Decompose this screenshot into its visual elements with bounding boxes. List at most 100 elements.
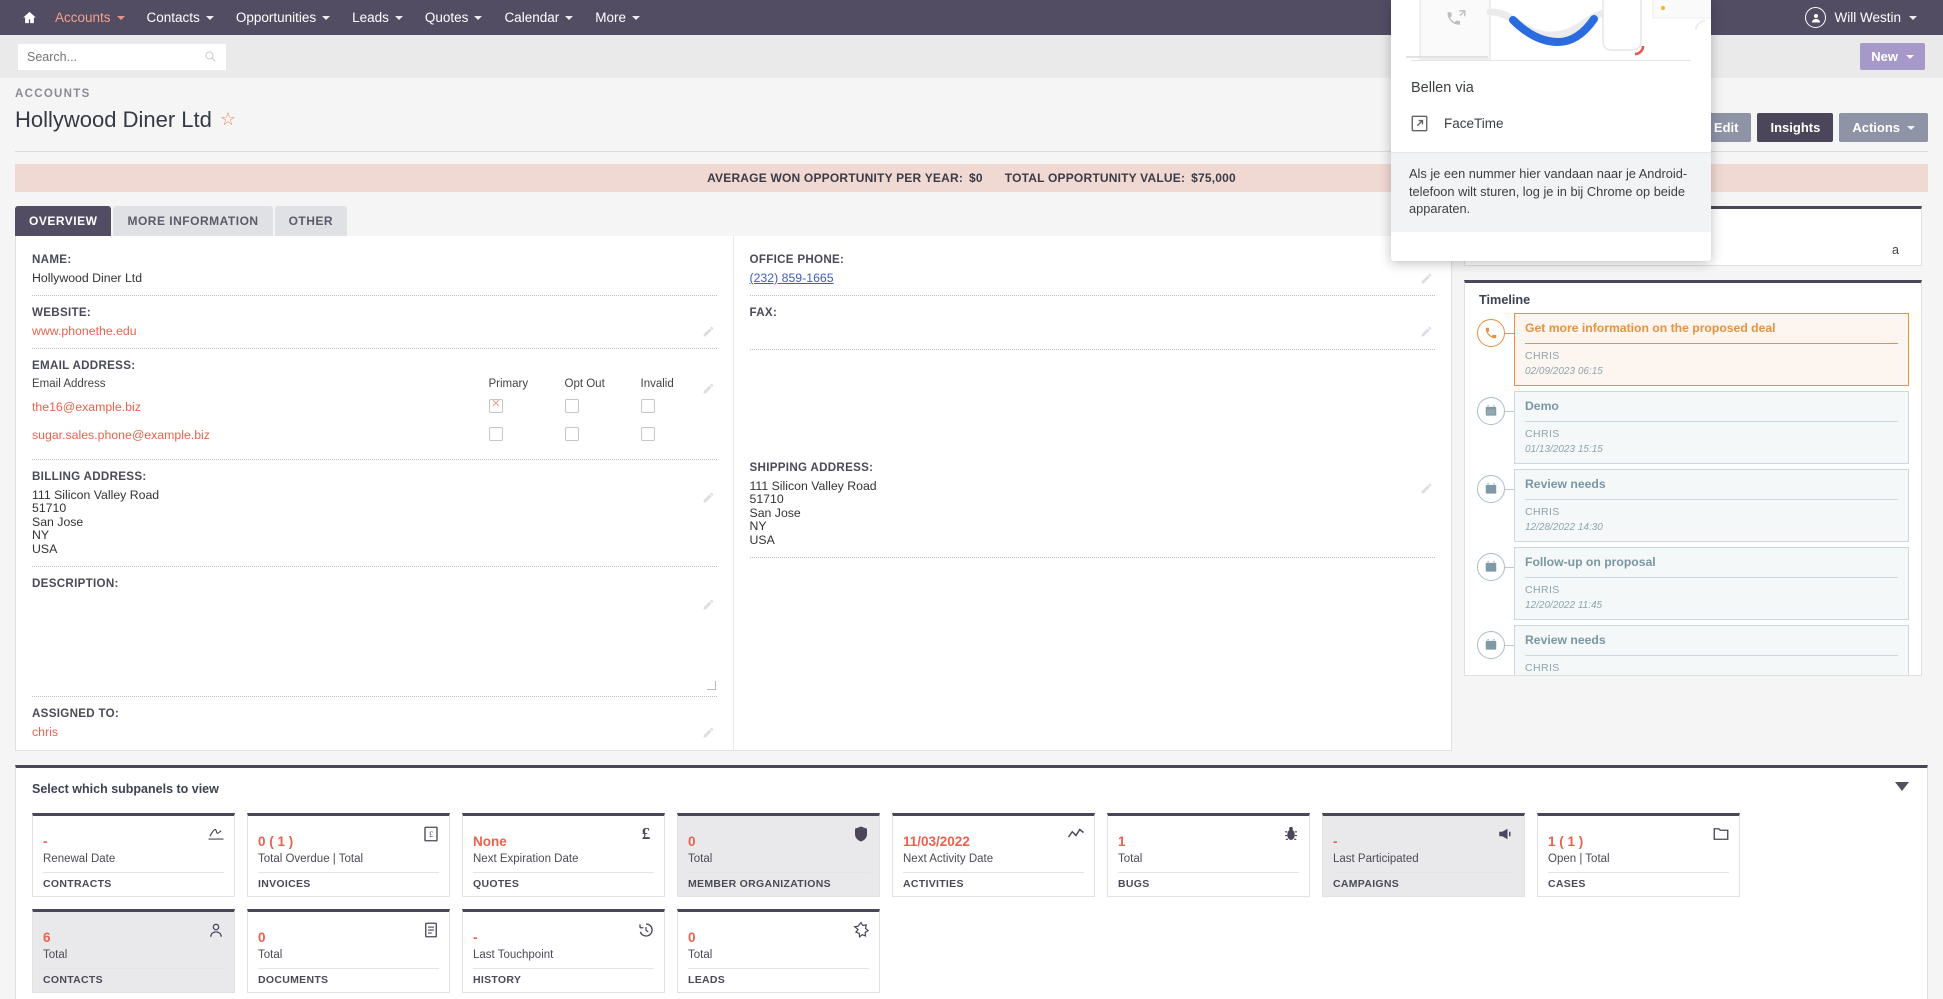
nav-item-accounts[interactable]: Accounts (44, 0, 136, 35)
subpanel-tile-cases[interactable]: 1 ( 1 ) Open | Total CASES (1537, 813, 1740, 898)
nav-item-opportunities[interactable]: Opportunities (225, 0, 341, 35)
edit-pencil-icon[interactable] (702, 382, 715, 395)
edit-pencil-icon[interactable] (1420, 272, 1433, 285)
resize-handle[interactable] (706, 681, 716, 691)
chevron-down-icon (322, 15, 331, 20)
chevron-down-icon (205, 15, 214, 20)
chevron-down-icon (565, 15, 574, 20)
timeline-item[interactable]: Demo CHRIS 01/13/2023 15:15 (1465, 391, 1921, 469)
star-icon[interactable]: ☆ (220, 107, 236, 132)
home-icon[interactable] (14, 10, 44, 25)
field-assigned-value[interactable]: chris (32, 726, 717, 745)
calendar-icon (1477, 553, 1505, 581)
subpanel-value: 6 (43, 930, 51, 946)
subpanel-tile-quotes[interactable]: £ None Next Expiration Date QUOTES (462, 813, 665, 898)
checkbox-primary[interactable] (488, 396, 503, 413)
subpanel-tile-member-organizations[interactable]: 0 Total MEMBER ORGANIZATIONS (677, 813, 880, 898)
total-value-value: $75,000 (1191, 171, 1236, 185)
field-website-value[interactable]: www.phonethe.edu (32, 324, 717, 344)
timeline-item-user: CHRIS (1525, 428, 1560, 440)
checkbox-primary[interactable] (488, 426, 503, 441)
chart-line-icon (1067, 825, 1085, 843)
edit-pencil-icon[interactable] (1420, 482, 1433, 495)
tab-more-information[interactable]: MORE INFORMATION (113, 206, 273, 236)
email-address-value[interactable]: sugar.sales.phone@example.biz (32, 427, 489, 455)
tab-overview[interactable]: OVERVIEW (15, 206, 112, 236)
subpanel-tile-activities[interactable]: 11/03/2022 Next Activity Date ACTIVITIES (892, 813, 1095, 898)
avg-won-value: $0 (969, 171, 983, 185)
subpanel-tile-contacts[interactable]: 6 Total CONTACTS (32, 909, 235, 994)
edit-pencil-icon[interactable] (702, 325, 715, 338)
description-textarea[interactable] (32, 596, 717, 692)
checkbox-opt-out[interactable] (564, 398, 579, 413)
page-title: Hollywood Diner Ltd (15, 107, 212, 132)
field-website: WEBSITE: www.phonethe.edu (32, 301, 717, 354)
subpanel-subtitle: Total (258, 949, 283, 962)
checkbox-invalid[interactable] (640, 398, 655, 413)
timeline-item[interactable]: Review needs CHRIS 11/11/2022 14:15 (1465, 625, 1921, 675)
subpanel-subtitle: Total (43, 949, 68, 962)
subpanel-tile-bugs[interactable]: 1 Total BUGS (1107, 813, 1310, 898)
chevron-down-icon (1907, 125, 1915, 130)
search-input[interactable] (27, 49, 204, 64)
field-divider (749, 557, 1435, 559)
nav-item-more[interactable]: More (584, 0, 651, 35)
nav-item-contacts[interactable]: Contacts (136, 0, 225, 35)
timeline-item-title: Get more information on the proposed dea… (1525, 321, 1776, 335)
edit-pencil-icon[interactable] (1420, 325, 1433, 338)
nav-item-leads[interactable]: Leads (341, 0, 414, 35)
subpanel-subtitle: Renewal Date (43, 853, 116, 866)
nav-item-calendar[interactable]: Calendar (493, 0, 584, 35)
nav-item-label: Calendar (504, 10, 560, 25)
field-divider (749, 348, 1435, 350)
timeline-item-box: Review needs CHRIS 12/28/2022 14:30 (1514, 469, 1909, 542)
subpanel-tile-documents[interactable]: 0 Total DOCUMENTS (247, 909, 450, 994)
subpanel-tile-contracts[interactable]: - Renewal Date CONTRACTS (32, 813, 235, 898)
new-button[interactable]: New (1860, 43, 1925, 70)
field-column-right: OFFICE PHONE: (232) 859-1665 FAX: SHIPPI… (734, 236, 1452, 750)
timeline-item-user: CHRIS (1525, 584, 1560, 596)
popup-option-facetime[interactable]: FaceTime (1391, 96, 1711, 152)
user-menu[interactable]: Will Westin (1805, 7, 1929, 28)
subpanel-tile-leads[interactable]: 0 Total LEADS (677, 909, 880, 994)
popup-illustration (1391, 0, 1711, 60)
subpanel-subtitle: Total (1118, 853, 1143, 866)
subpanel-divider (258, 968, 439, 970)
timeline-item[interactable]: Follow-up on proposal CHRIS 12/20/2022 1… (1465, 547, 1921, 625)
email-address-value[interactable]: the16@example.biz (32, 399, 489, 427)
subpanel-divider (258, 872, 439, 874)
subpanel-tile-campaigns[interactable]: - Last Participated CAMPAIGNS (1322, 813, 1525, 898)
field-office-phone-value[interactable]: (232) 859-1665 (750, 272, 1436, 291)
timeline-item-divider (1525, 655, 1898, 656)
tab-other[interactable]: OTHER (274, 206, 348, 236)
field-fax: FAX: (749, 301, 1435, 355)
email-optout-cell (564, 398, 641, 427)
chevron-down-icon[interactable] (1895, 782, 1909, 792)
edit-pencil-icon[interactable] (702, 726, 715, 739)
bug-icon (1282, 825, 1300, 843)
checkbox-invalid[interactable] (640, 426, 655, 441)
insights-button[interactable]: Insights (1757, 113, 1834, 142)
edit-pencil-icon[interactable] (702, 491, 715, 504)
table-row: sugar.sales.phone@example.biz (32, 426, 717, 455)
email-table-header-row: Email Address Primary Opt Out Invalid (32, 378, 717, 399)
subpanel-value: 11/03/2022 (903, 834, 970, 850)
checkbox-opt-out[interactable] (564, 426, 579, 441)
timeline-item[interactable]: Get more information on the proposed dea… (1465, 313, 1921, 391)
edit-button-label: Edit (1713, 120, 1739, 135)
nav-item-quotes[interactable]: Quotes (414, 0, 494, 35)
email-column-address: Email Address (32, 377, 106, 390)
shipping-line: NY (749, 519, 767, 534)
subpanel-tile-invoices[interactable]: £ 0 ( 1 ) Total Overdue | Total INVOICES (247, 813, 450, 898)
star-burst-icon (852, 921, 870, 939)
subpanel-subtitle: Total Overdue | Total (258, 853, 364, 866)
email-invalid-cell (640, 398, 717, 427)
person-icon (207, 921, 225, 939)
timeline-item[interactable]: Review needs CHRIS 12/28/2022 14:30 (1465, 469, 1921, 547)
actions-button[interactable]: Actions (1839, 113, 1928, 142)
new-button-label: New (1871, 49, 1898, 64)
subpanel-tile-history[interactable]: - Last Touchpoint HISTORY (462, 909, 665, 994)
search-field[interactable] (18, 43, 226, 70)
billing-line: 111 Silicon Valley Road (32, 487, 160, 502)
office-phone-link[interactable]: (232) 859-1665 (750, 271, 834, 285)
